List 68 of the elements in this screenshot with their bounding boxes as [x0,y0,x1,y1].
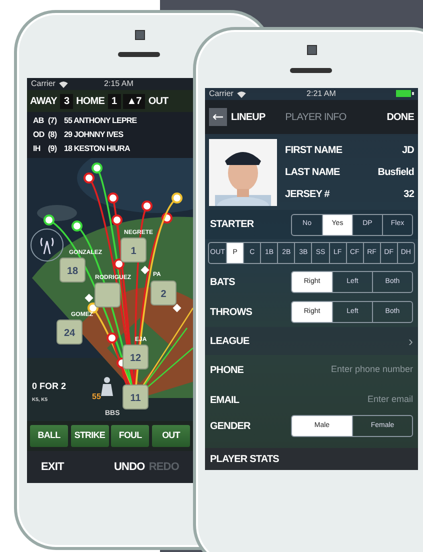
lineup-code: OD [33,129,44,141]
player-name: 18 KESTON HIURA [64,143,130,155]
batting-order: (9) [48,143,58,155]
player-name: 29 JOHNNY IVES [64,129,124,141]
action-button[interactable]: OUT [152,425,190,447]
base-icon [140,266,150,274]
position-marker[interactable]: 1 [120,238,146,262]
wifi-icon [237,90,246,98]
base-icon [84,294,94,302]
field-label: LEAGUE [210,334,250,348]
inning-indicator: ▲7 [122,94,146,108]
camera-icon [135,30,145,40]
action-button[interactable]: BALL [30,425,68,447]
status-time: 2:21 AM [306,88,336,100]
status-time: 2:15 AM [104,78,134,90]
jersey-number: 55 [92,392,101,401]
field-value: 32 [404,188,414,202]
field-label: FIRST NAME [285,144,342,158]
position-marker[interactable] [94,282,120,308]
back-arrow-icon [213,114,223,120]
screen-title: PLAYER INFO [285,110,348,124]
back-button[interactable] [209,108,227,126]
exit-button[interactable]: EXIT [41,458,64,476]
carrier-label: Carrier [209,88,234,100]
carrier-label: Carrier [31,78,56,90]
field-label: GENDER [210,420,250,434]
chevron-icon[interactable]: › [408,334,413,348]
field-label: BATS [210,276,235,290]
position-marker[interactable]: 24 [56,320,82,344]
field-label: JERSEY # [285,188,330,202]
away-label: AWAY [29,94,58,108]
back-link[interactable]: LINEUP [231,110,266,124]
lineup-code: IH [33,143,42,155]
home-label: HOME [75,94,106,108]
lineup-code: AB [33,115,44,127]
antenna-icon [30,228,64,262]
away-score: 3 [60,94,74,108]
speaker-icon [290,68,332,73]
camera-icon [307,45,317,55]
section-title: PLAYER STATS [210,452,279,466]
position-marker[interactable]: 11 [122,384,148,410]
field-label: LAST NAME [285,166,340,180]
home-score: 1 [108,94,121,108]
batter-figure [101,377,113,396]
undo-button[interactable]: UNDO [114,458,145,476]
field-label: EMAIL [210,394,240,408]
player-name: 55 ANTHONY LEPRE [64,115,137,127]
field-label: THROWS [210,306,252,320]
action-button[interactable]: FOUL [111,425,150,447]
field-value: JD [402,144,414,158]
field-label: STARTER [210,218,254,232]
field-value: Busfield [378,166,414,180]
position-marker[interactable]: 18 [60,258,86,282]
position-marker[interactable]: 12 [122,344,148,370]
batting-order: (8) [48,129,58,141]
action-button[interactable]: STRIKE [70,425,109,447]
batter-record: 0 FOR 2 [32,381,66,391]
speaker-icon [118,52,160,57]
position-marker[interactable]: 2 [150,280,176,306]
done-button[interactable]: DONE [386,110,414,124]
base-icon [172,304,182,312]
field-label: PHONE [210,364,244,378]
batting-order: (7) [48,115,58,127]
phone-field[interactable]: Enter phone number [303,363,413,377]
wifi-icon [59,80,68,88]
email-field[interactable]: Enter email [303,393,413,407]
battery-icon [396,90,414,98]
outs-label: OUT [147,94,170,108]
